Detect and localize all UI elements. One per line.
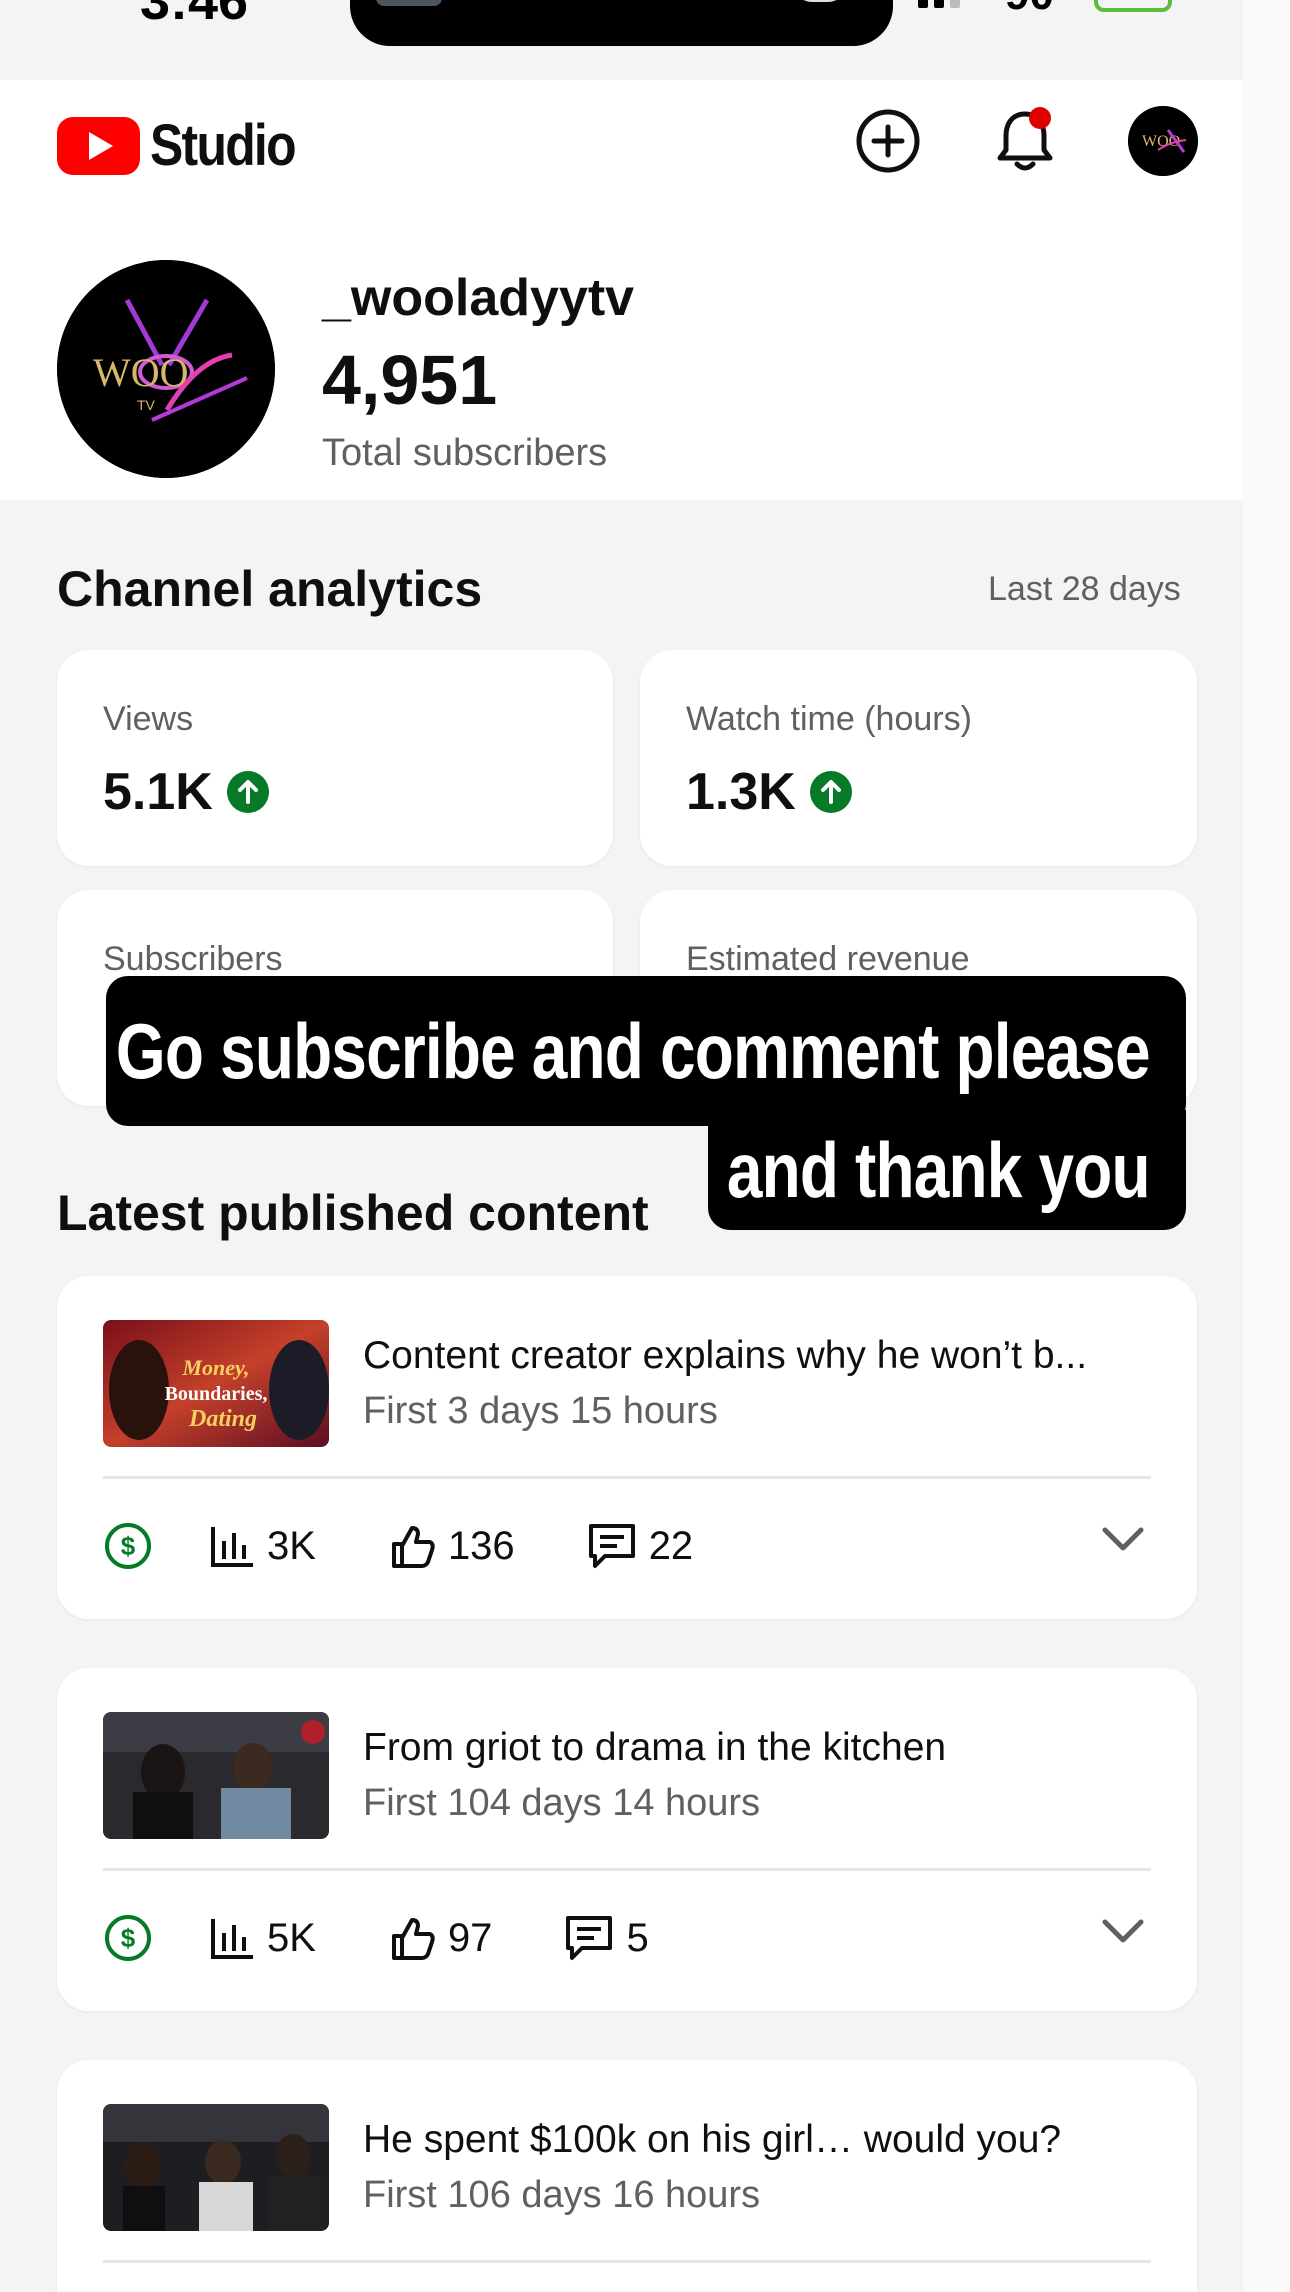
likes-count: 136 (447, 1523, 515, 1568)
comments-stat: 22 (587, 1522, 694, 1570)
now-playing-thumbnail (376, 0, 442, 6)
analytics-title: Channel analytics (57, 561, 483, 617)
video-card[interactable]: Money, Boundaries, Dating Content creato… (57, 1276, 1197, 1619)
create-icon (856, 109, 920, 173)
likes-stat: 136 (388, 1522, 515, 1570)
svg-text:WOO: WOO (93, 350, 189, 395)
likes-stat: 97 (388, 1914, 493, 1962)
account-avatar[interactable]: WOO (1128, 106, 1198, 176)
studio-wordmark: Studio (150, 113, 297, 178)
metric-number: 5.1K (103, 763, 213, 821)
video-meta: First 106 days 16 hours (363, 2174, 761, 2216)
thumbnail-image (103, 1712, 329, 1839)
thumbnail-image: Money, Boundaries, Dating (103, 1320, 329, 1447)
views-stat: 3K (209, 1523, 316, 1569)
svg-text:Dating: Dating (188, 1406, 257, 1432)
views-stat: 5K (209, 1915, 316, 1961)
divider (103, 1868, 1151, 1871)
video-card[interactable]: He spent $100k on his girl… would you? F… (57, 2060, 1197, 2292)
video-card[interactable]: From griot to drama in the kitchen First… (57, 1668, 1197, 2011)
latest-content-title: Latest published content (57, 1185, 649, 1241)
caption-text-2: and thank you (727, 1126, 1151, 1214)
metric-label: Views (103, 700, 194, 738)
youtube-play-icon (57, 116, 140, 175)
divider (103, 2260, 1151, 2263)
views-count: 3K (267, 1523, 316, 1568)
video-thumbnail[interactable] (103, 1712, 329, 1839)
metric-value: 1.3K (686, 762, 852, 822)
subscriber-count: 4,951 (322, 341, 498, 419)
metric-label: Subscribers (103, 940, 283, 978)
views-count: 5K (267, 1915, 316, 1960)
video-thumbnail[interactable] (103, 2104, 329, 2231)
svg-text:$: $ (121, 1531, 136, 1561)
status-time: 3:46 (140, 0, 249, 31)
bar-chart-icon (211, 1527, 253, 1567)
status-temperature: 90° (1005, 0, 1072, 20)
divider (103, 1476, 1151, 1479)
metric-number: 1.3K (686, 763, 796, 821)
channel-avatar[interactable]: WOO TV (57, 260, 275, 478)
chevron-down-icon (1102, 1527, 1144, 1551)
thumbs-up-icon (391, 1526, 435, 1568)
svg-text:Boundaries,: Boundaries, (165, 1383, 268, 1405)
video-meta: First 104 days 14 hours (363, 1782, 761, 1824)
monetization-status: $ (103, 1913, 165, 1963)
video-title: From griot to drama in the kitchen (363, 1726, 947, 1769)
studio-screen: 3:46 90° Studio WOO (0, 0, 1243, 2292)
notifications-button[interactable] (990, 106, 1060, 176)
monetization-status: $ (103, 1521, 165, 1571)
chevron-down-icon (1102, 1919, 1144, 1943)
channel-logo: WOO TV (57, 260, 275, 478)
youtube-studio-logo[interactable]: Studio (57, 112, 318, 179)
comments-stat: 5 (564, 1914, 649, 1962)
bell-icon (997, 107, 1053, 171)
signal-icon (918, 0, 960, 8)
video-stats: $ 5K 97 5 (103, 1908, 649, 1968)
bar-chart-icon (211, 1919, 253, 1959)
monetization-icon: $ (105, 1523, 151, 1569)
svg-text:$: $ (121, 1923, 136, 1953)
screen-edge (1243, 0, 1290, 2292)
video-stats: $ 3K 136 22 (103, 1516, 693, 1576)
video-thumbnail[interactable]: Money, Boundaries, Dating (103, 1320, 329, 1447)
metric-card-watch-time[interactable]: Watch time (hours) 1.3K (640, 650, 1197, 866)
video-meta: First 3 days 15 hours (363, 1390, 718, 1432)
audio-icon (797, 0, 843, 2)
subscriber-label: Total subscribers (322, 432, 608, 474)
arrow-up-icon (809, 771, 852, 813)
create-button[interactable] (853, 106, 923, 176)
metric-value: 5.1K (103, 762, 269, 822)
svg-text:Money,: Money, (181, 1355, 249, 1380)
expand-button[interactable] (1101, 1526, 1145, 1557)
caption-line-1: Go subscribe and comment please (106, 976, 1186, 1126)
thumbs-up-icon (391, 1918, 435, 1960)
battery-icon (1094, 0, 1172, 12)
video-title: Content creator explains why he won’t b.… (363, 1334, 1088, 1377)
arrow-up-icon (226, 771, 269, 813)
metric-card-views[interactable]: Views 5.1K (57, 650, 613, 866)
comments-count: 5 (626, 1915, 649, 1960)
caption-text-1: Go subscribe and comment please (116, 1007, 1151, 1095)
thumbnail-image (103, 2104, 329, 2231)
comment-icon (588, 1524, 635, 1568)
analytics-range[interactable]: Last 28 days (988, 570, 1181, 609)
metric-label: Watch time (hours) (686, 700, 972, 738)
channel-name: _wooladyytv (322, 269, 635, 327)
monetization-icon: $ (105, 1915, 151, 1961)
caption-line-2: and thank you (708, 1110, 1186, 1230)
metric-label: Estimated revenue (686, 940, 970, 978)
svg-text:TV: TV (137, 397, 156, 413)
channel-logo-small: WOO (1128, 106, 1198, 176)
expand-button[interactable] (1101, 1918, 1145, 1949)
dynamic-island (350, 0, 893, 46)
comment-icon (566, 1916, 613, 1960)
comments-count: 22 (648, 1523, 694, 1568)
likes-count: 97 (447, 1915, 493, 1960)
video-title: He spent $100k on his girl… would you? (363, 2118, 1062, 2161)
